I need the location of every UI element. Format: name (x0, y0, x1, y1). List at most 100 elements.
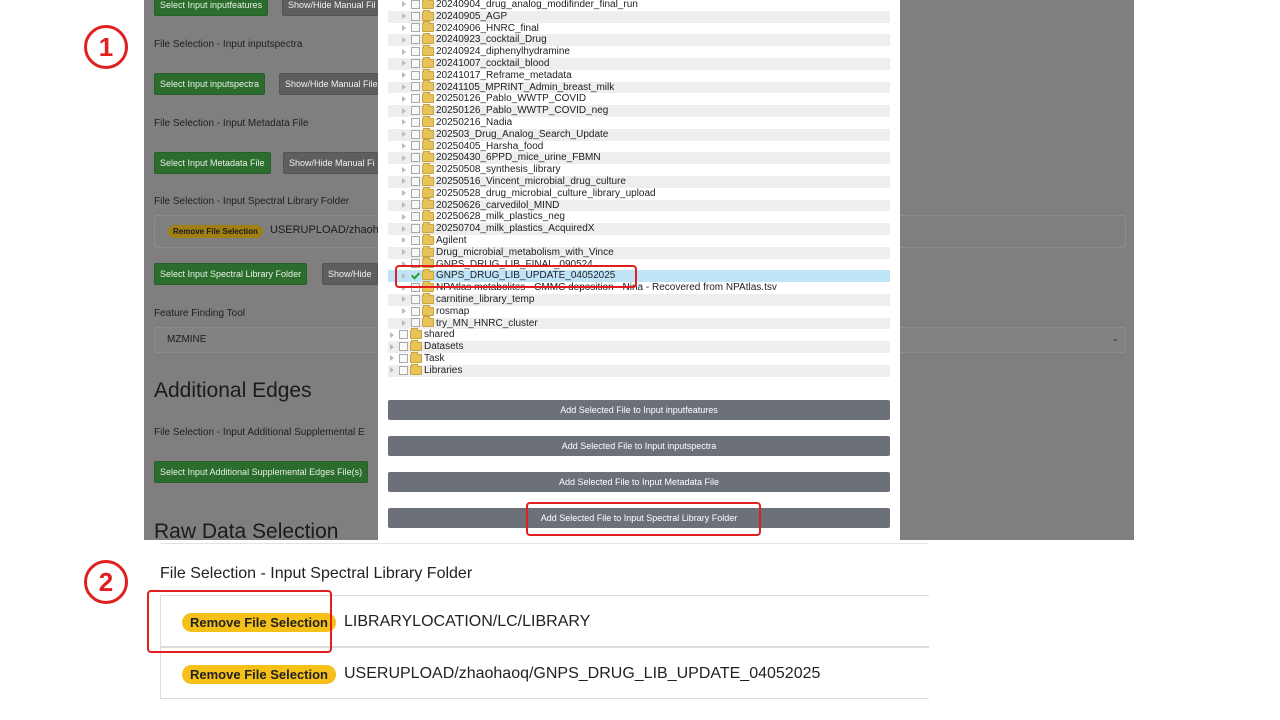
expand-arrow-icon[interactable] (390, 343, 394, 350)
checkbox[interactable] (411, 306, 420, 316)
checkbox[interactable] (411, 129, 420, 139)
add-to-inputspectra-button[interactable]: Add Selected File to Input inputspectra (388, 436, 890, 456)
select-inputfeatures-button[interactable]: Select Input inputfeatures (154, 0, 269, 16)
select-spectral-library-button[interactable]: Select Input Spectral Library Folder (154, 263, 308, 285)
tree-item[interactable]: 20250704_milk_plastics_AcquiredX (388, 222, 890, 235)
tree-item[interactable]: 20250126_Pablo_WWTP_COVID_neg (388, 104, 890, 117)
expand-arrow-icon[interactable] (402, 36, 406, 43)
checkbox[interactable] (411, 47, 420, 57)
tree-item[interactable]: Agilent (388, 233, 890, 247)
tree-item[interactable]: 20250430_6PPD_mice_urine_FBMN (388, 151, 890, 165)
tree-item[interactable]: 202503_Drug_Analog_Search_Update (388, 127, 890, 141)
checkbox[interactable] (411, 153, 420, 163)
checkbox[interactable] (411, 212, 420, 222)
add-to-metadata-button[interactable]: Add Selected File to Input Metadata File (388, 472, 890, 492)
checkbox[interactable] (411, 318, 420, 328)
expand-arrow-icon[interactable] (402, 154, 406, 161)
tree-item[interactable]: Datasets (388, 340, 890, 353)
checkbox[interactable] (411, 235, 420, 245)
tree-item[interactable]: 20250405_Harsha_food (388, 139, 890, 153)
checkbox[interactable] (411, 82, 420, 92)
showhide-manual-button[interactable]: Show/Hide Manual File (279, 73, 384, 95)
checkbox[interactable] (411, 200, 420, 210)
expand-arrow-icon[interactable] (402, 213, 406, 220)
expand-arrow-icon[interactable] (402, 119, 406, 126)
expand-arrow-icon[interactable] (390, 367, 394, 374)
tree-item[interactable]: 20240924_diphenylhydramine (388, 45, 890, 58)
checkbox[interactable] (411, 188, 420, 198)
expand-arrow-icon[interactable] (402, 13, 406, 20)
tree-item[interactable]: 20241017_Reframe_metadata (388, 68, 890, 82)
checkbox[interactable] (411, 35, 420, 45)
tree-item[interactable]: rosmap (388, 304, 890, 318)
checkbox[interactable] (411, 165, 420, 175)
expand-arrow-icon[interactable] (402, 178, 406, 185)
expand-arrow-icon[interactable] (402, 131, 406, 138)
checkbox[interactable] (399, 330, 408, 340)
checkbox[interactable] (411, 70, 420, 80)
checkbox[interactable] (399, 353, 408, 363)
expand-arrow-icon[interactable] (402, 1, 406, 8)
tree-item[interactable]: 20250516_Vincent_microbial_drug_culture (388, 174, 890, 188)
showhide-manual-button[interactable]: Show/Hide Manual Fil (282, 0, 382, 16)
checkbox[interactable] (411, 58, 420, 68)
add-to-inputfeatures-button[interactable]: Add Selected File to Input inputfeatures (388, 400, 890, 420)
tree-item[interactable]: 20250528_drug_microbial_culture_library_… (388, 186, 890, 200)
tree-item[interactable]: Drug_microbial_metabolism_with_Vince (388, 245, 890, 259)
checkbox[interactable] (411, 247, 420, 257)
expand-arrow-icon[interactable] (402, 60, 406, 67)
expand-arrow-icon[interactable] (402, 249, 406, 256)
expand-arrow-icon[interactable] (402, 72, 406, 79)
expand-arrow-icon[interactable] (402, 225, 406, 232)
checkbox[interactable] (411, 294, 420, 304)
tree-item[interactable]: 20250216_Nadia (388, 115, 890, 129)
tree-item[interactable]: carnitine_library_temp (388, 292, 890, 306)
expand-arrow-icon[interactable] (402, 142, 406, 149)
expand-arrow-icon[interactable] (390, 331, 394, 338)
checkbox[interactable] (411, 224, 420, 234)
expand-arrow-icon[interactable] (402, 237, 406, 244)
expand-arrow-icon[interactable] (402, 95, 406, 102)
tree-item[interactable]: 20240904_drug_analog_modifinder_final_ru… (388, 0, 890, 11)
checkbox[interactable] (411, 117, 420, 127)
expand-arrow-icon[interactable] (402, 201, 406, 208)
showhide-manual-button[interactable]: Show/Hide (322, 263, 378, 285)
checkbox[interactable] (411, 106, 420, 116)
tree-item[interactable]: Task (388, 351, 890, 365)
tree-item[interactable]: try_MN_HNRC_cluster (388, 316, 890, 330)
checkbox[interactable] (399, 342, 408, 352)
tree-item[interactable]: 20240923_cocktail_Drug (388, 33, 890, 47)
tree-item[interactable]: Libraries (388, 363, 890, 377)
expand-arrow-icon[interactable] (402, 190, 406, 197)
remove-file-selection-button[interactable]: Remove File Selection (168, 225, 263, 238)
expand-arrow-icon[interactable] (402, 48, 406, 55)
expand-arrow-icon[interactable] (402, 319, 406, 326)
tree-item[interactable]: 20250626_carvedilol_MIND (388, 198, 890, 212)
showhide-manual-button[interactable]: Show/Hide Manual Fi (283, 152, 381, 174)
expand-arrow-icon[interactable] (402, 107, 406, 114)
expand-arrow-icon[interactable] (402, 308, 406, 315)
expand-arrow-icon[interactable] (402, 24, 406, 31)
checkbox[interactable] (411, 141, 420, 151)
expand-arrow-icon[interactable] (402, 83, 406, 90)
tree-item[interactable]: 20241105_MPRINT_Admin_breast_milk (388, 80, 890, 94)
tree-item[interactable]: 20250126_Pablo_WWTP_COVID (388, 92, 890, 105)
tree-item[interactable]: 20250628_milk_plastics_neg (388, 210, 890, 223)
checkbox[interactable] (411, 11, 420, 21)
tree-item[interactable]: 20240905_AGP (388, 9, 890, 23)
checkbox[interactable] (399, 365, 408, 375)
tree-item[interactable]: 20240906_HNRC_final (388, 21, 890, 35)
checkbox[interactable] (411, 94, 420, 104)
tree-item[interactable]: 20250508_synthesis_library (388, 163, 890, 176)
select-inputspectra-button[interactable]: Select Input inputspectra (154, 73, 266, 95)
tree-item[interactable]: 20241007_cocktail_blood (388, 56, 890, 70)
tree-item[interactable]: shared (388, 328, 890, 341)
select-metadata-button[interactable]: Select Input Metadata File (154, 152, 271, 174)
expand-arrow-icon[interactable] (390, 355, 394, 362)
remove-file-selection-button[interactable]: Remove File Selection (182, 665, 336, 684)
expand-arrow-icon[interactable] (402, 166, 406, 173)
checkbox[interactable] (411, 23, 420, 33)
checkbox[interactable] (411, 176, 420, 186)
select-additional-edges-button[interactable]: Select Input Additional Supplemental Edg… (154, 461, 369, 483)
expand-arrow-icon[interactable] (402, 296, 406, 303)
